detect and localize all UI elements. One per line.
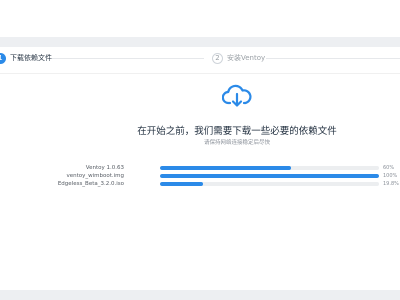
download-name: Edgeless_Beta_3.2.0.iso: [57, 181, 124, 187]
progress-track: [160, 166, 379, 170]
download-row: Edgeless_Beta_3.2.0.iso 19.8%: [0, 180, 400, 188]
progress-fill: [160, 166, 292, 170]
download-name: Ventoy 1.0.63: [85, 165, 124, 171]
step-label: 下载依赖文件: [10, 54, 52, 62]
step-label: 安装Ventoy: [227, 54, 266, 62]
top-bar: [0, 0, 400, 37]
download-row: ventoy_wimboot.img 100%: [0, 172, 400, 180]
progress-fill: [160, 182, 204, 186]
step-install-ventoy: 2 安装Ventoy: [212, 53, 265, 64]
step-connector: [266, 58, 400, 59]
download-card: 1 下载依赖文件 2 安装Ventoy 在开始之前，我们需要下载一些必要的依赖文…: [0, 47, 400, 290]
stepper: 1 下载依赖文件 2 安装Ventoy: [0, 47, 400, 74]
progress-track: [160, 182, 379, 186]
cloud-download-icon: [222, 84, 252, 107]
subline: 请保持网络连接稳定后尽快: [203, 140, 270, 146]
step-number: 1: [0, 53, 6, 64]
download-percent: 60%: [383, 165, 395, 171]
progress-fill: [160, 174, 379, 178]
download-percent: 19.8%: [383, 181, 399, 187]
progress-track: [160, 174, 379, 178]
step-number: 2: [212, 53, 223, 64]
step-connector: [52, 58, 204, 59]
headline: 在开始之前，我们需要下载一些必要的依赖文件: [137, 126, 337, 137]
step-download-dependencies: 1 下载依赖文件: [0, 53, 52, 64]
download-row: Ventoy 1.0.63 60%: [0, 164, 400, 172]
download-name: ventoy_wimboot.img: [66, 173, 124, 179]
download-percent: 100%: [383, 173, 398, 179]
